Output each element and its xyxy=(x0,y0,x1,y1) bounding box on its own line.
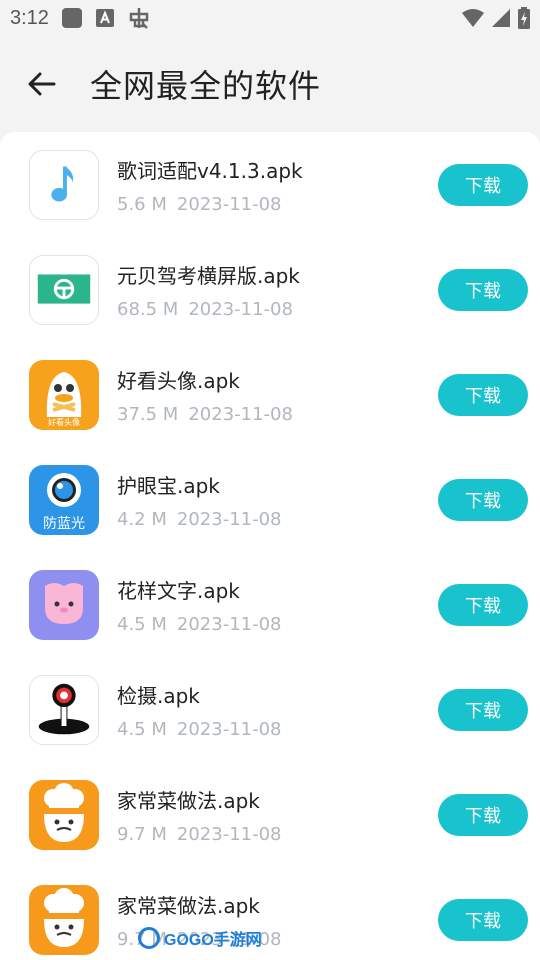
arrow-left-icon xyxy=(28,72,56,96)
watermark-logo: GOGO手游网 xyxy=(138,926,262,950)
app-name: 检摄.apk xyxy=(117,683,200,708)
app-date: 2023-11-08 xyxy=(188,298,293,320)
app-date: 2023-11-08 xyxy=(176,718,282,740)
signal-icon xyxy=(492,9,510,27)
download-button[interactable]: 下载 xyxy=(438,583,528,626)
app-size: 68.5 M xyxy=(117,298,179,320)
status-time: 3:12 xyxy=(10,6,49,29)
square-notification-icon xyxy=(61,7,83,29)
watermark-text: GOGO手游网 xyxy=(164,932,262,949)
app-list: 歌词适配v4.1.3.apk 5.6 M 2023-11-08 下载 元贝驾考横屏… xyxy=(0,132,540,960)
wifi-icon xyxy=(462,9,484,27)
font-a-icon xyxy=(95,8,115,28)
download-button[interactable]: 下载 xyxy=(438,898,528,941)
app-date: 2023-11-08 xyxy=(176,193,282,215)
app-size: 9.7 M xyxy=(117,823,167,845)
battery-charging-icon xyxy=(518,7,530,29)
back-button[interactable] xyxy=(0,36,84,132)
app-size: 4.2 M xyxy=(117,508,167,530)
camera-probe-icon xyxy=(29,674,99,745)
app-name: 花样文字.apk xyxy=(117,578,240,603)
app-size: 4.5 M xyxy=(117,718,167,740)
download-button[interactable]: 下载 xyxy=(438,478,528,521)
download-button[interactable]: 下载 xyxy=(438,163,528,206)
list-item[interactable]: 好看头像 好看头像.apk 37.5 M 2023-11-08 下载 xyxy=(0,342,540,447)
list-item[interactable]: 歌词适配v4.1.3.apk 5.6 M 2023-11-08 下载 xyxy=(0,132,540,237)
app-name: 好看头像.apk xyxy=(117,368,240,393)
duck-avatar-icon: 好看头像 xyxy=(29,359,99,430)
icon-label: 防蓝光 xyxy=(43,516,85,532)
app-date: 2023-11-08 xyxy=(188,403,293,425)
list-item[interactable]: 防蓝光 护眼宝.apk 4.2 M 2023-11-08 下载 xyxy=(0,447,540,552)
watermark-circle-icon xyxy=(138,927,160,949)
app-name: 歌词适配v4.1.3.apk xyxy=(117,158,303,183)
download-button[interactable]: 下载 xyxy=(438,688,528,731)
chef-icon xyxy=(29,779,99,850)
app-name: 家常菜做法.apk xyxy=(117,893,260,918)
toolbar: 全网最全的软件 xyxy=(0,36,540,132)
music-note-icon xyxy=(29,149,99,220)
app-size: 37.5 M xyxy=(117,403,179,425)
chef-icon xyxy=(29,884,99,955)
download-button[interactable]: 下载 xyxy=(438,373,528,416)
app-date: 2023-11-08 xyxy=(176,823,282,845)
list-item[interactable]: 花样文字.apk 4.5 M 2023-11-08 下载 xyxy=(0,552,540,657)
app-date: 2023-11-08 xyxy=(176,613,282,635)
list-item[interactable]: 检摄.apk 4.5 M 2023-11-08 下载 xyxy=(0,657,540,762)
download-button[interactable]: 下载 xyxy=(438,268,528,311)
eye-icon: 防蓝光 xyxy=(29,464,99,535)
list-item[interactable]: 元贝驾考横屏版.apk 68.5 M 2023-11-08 下载 xyxy=(0,237,540,342)
bug-icon xyxy=(127,6,151,30)
app-size: 4.5 M xyxy=(117,613,167,635)
app-name: 元贝驾考横屏版.apk xyxy=(117,263,300,288)
flower-face-icon xyxy=(29,569,99,640)
icon-label: 好看头像 xyxy=(48,417,80,427)
list-item[interactable]: 家常菜做法.apk 9.7 M 2023-11-08 下载 xyxy=(0,867,540,960)
app-date: 2023-11-08 xyxy=(176,508,282,530)
steering-wheel-icon xyxy=(29,254,99,325)
status-bar: 3:12 xyxy=(0,0,540,36)
app-name: 护眼宝.apk xyxy=(117,473,220,498)
list-item[interactable]: 家常菜做法.apk 9.7 M 2023-11-08 下载 xyxy=(0,762,540,867)
app-name: 家常菜做法.apk xyxy=(117,788,260,813)
app-size: 5.6 M xyxy=(117,193,167,215)
page-title: 全网最全的软件 xyxy=(90,67,322,105)
download-button[interactable]: 下载 xyxy=(438,793,528,836)
